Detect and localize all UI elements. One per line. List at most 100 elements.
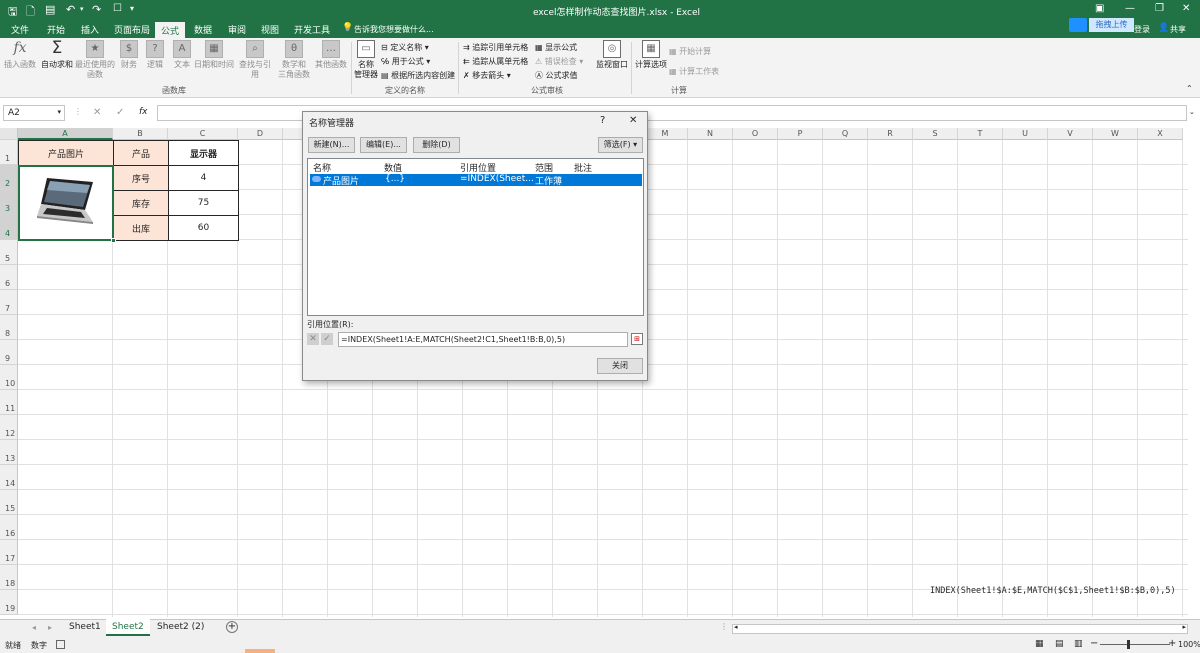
col-header-scope[interactable]: 范围: [535, 161, 553, 174]
cell-b2[interactable]: 序号: [113, 165, 169, 191]
row-header[interactable]: 6: [0, 265, 18, 290]
row-header[interactable]: 7: [0, 290, 18, 315]
column-header[interactable]: Q: [823, 128, 868, 140]
recently-used-button[interactable]: ★ 最近使用的 函数: [75, 40, 115, 80]
column-header[interactable]: W: [1093, 128, 1138, 140]
fill-handle[interactable]: [111, 238, 116, 243]
row-header[interactable]: 19: [0, 590, 18, 615]
cell-c3[interactable]: 75: [168, 190, 239, 216]
define-name-button[interactable]: ⊟ 定义名称 ▾: [381, 42, 429, 53]
tell-me-box[interactable]: 告诉我您想要做什么...: [354, 24, 434, 35]
name-row[interactable]: 产品图片 {...} =INDEX(Sheet... 工作薄: [310, 174, 642, 187]
column-header[interactable]: X: [1138, 128, 1183, 140]
cancel-edit-icon[interactable]: ✕: [307, 333, 319, 345]
row-header[interactable]: 13: [0, 440, 18, 465]
sheet-tab-2[interactable]: Sheet2: [106, 619, 150, 636]
column-header[interactable]: T: [958, 128, 1003, 140]
tab-splitter-icon[interactable]: ⋮: [720, 622, 728, 631]
calc-options-button[interactable]: ▦ 计算选项: [634, 40, 668, 70]
names-list[interactable]: 名称 数值 引用位置 范围 批注 产品图片 {...} =INDEX(Sheet…: [307, 158, 644, 316]
zoom-in-icon[interactable]: +: [1168, 638, 1176, 649]
tab-file[interactable]: 文件: [11, 23, 29, 36]
tab-home[interactable]: 开始: [47, 23, 65, 36]
minimize-icon[interactable]: —: [1125, 3, 1135, 14]
name-box[interactable]: A2 ▾: [3, 105, 65, 121]
cell-c4[interactable]: 60: [168, 215, 239, 241]
refers-to-input[interactable]: =INDEX(Sheet1!A:E,MATCH(Sheet2!C1,Sheet1…: [338, 332, 628, 347]
login-link[interactable]: 登录: [1134, 24, 1150, 35]
tab-view[interactable]: 视图: [261, 23, 279, 36]
redo-icon[interactable]: ↷: [92, 3, 101, 16]
row-header[interactable]: 3: [0, 190, 18, 215]
product-laptop-image[interactable]: [33, 174, 99, 232]
datetime-button[interactable]: ▦ 日期和时间: [194, 40, 234, 70]
lookup-button[interactable]: ⌕ 查找与引用: [236, 40, 274, 80]
row-header[interactable]: 1: [0, 140, 18, 165]
cell-b3[interactable]: 库存: [113, 190, 169, 216]
row-header[interactable]: 11: [0, 390, 18, 415]
close-button[interactable]: 关闭: [597, 358, 643, 374]
column-header[interactable]: M: [643, 128, 688, 140]
touch-mode-icon[interactable]: ☐: [113, 3, 122, 14]
row-header[interactable]: 14: [0, 465, 18, 490]
scroll-left-icon[interactable]: ◂: [734, 623, 738, 631]
row-header[interactable]: 4: [0, 215, 18, 240]
column-header[interactable]: A: [18, 128, 113, 140]
tab-page-layout[interactable]: 页面布局: [114, 23, 150, 36]
restore-icon[interactable]: ❐: [1155, 3, 1164, 14]
col-header-comment[interactable]: 批注: [574, 161, 592, 174]
normal-view-icon[interactable]: ▦: [1035, 639, 1044, 649]
column-header[interactable]: U: [1003, 128, 1048, 140]
print-preview-icon[interactable]: ▤: [45, 3, 55, 16]
zoom-out-icon[interactable]: −: [1090, 638, 1098, 649]
tab-insert[interactable]: 插入: [81, 23, 99, 36]
row-header[interactable]: 16: [0, 515, 18, 540]
row-header[interactable]: 15: [0, 490, 18, 515]
undo-dropdown-icon[interactable]: ▾: [80, 5, 84, 13]
filter-button[interactable]: 筛选(F) ▾: [598, 137, 643, 153]
help-button[interactable]: ?: [600, 115, 605, 126]
share-button[interactable]: 共享: [1170, 24, 1186, 35]
evaluate-formula-button[interactable]: Ⓐ 公式求值: [535, 70, 578, 81]
show-formulas-button[interactable]: ▦ 显示公式: [535, 42, 577, 53]
text-button[interactable]: A 文本: [171, 40, 193, 70]
column-header[interactable]: P: [778, 128, 823, 140]
add-sheet-icon[interactable]: +: [226, 621, 238, 633]
col-header-refers-to[interactable]: 引用位置: [460, 161, 496, 174]
tab-developer[interactable]: 开发工具: [294, 23, 330, 36]
autosum-button[interactable]: Σ 自动求和: [40, 40, 74, 70]
row-header[interactable]: 8: [0, 315, 18, 340]
zoom-level[interactable]: 100%: [1178, 640, 1200, 649]
column-header[interactable]: R: [868, 128, 913, 140]
create-from-selection-button[interactable]: ▤ 根据所选内容创建: [381, 70, 455, 81]
column-header[interactable]: V: [1048, 128, 1093, 140]
cell-a1[interactable]: 产品图片: [18, 140, 114, 166]
macro-record-icon[interactable]: [56, 640, 65, 649]
tab-review[interactable]: 审阅: [228, 23, 246, 36]
collapse-dialog-icon[interactable]: ⊞: [631, 333, 643, 345]
expand-formula-bar-icon[interactable]: ⌄: [1189, 108, 1195, 116]
column-header[interactable]: D: [238, 128, 283, 140]
row-header[interactable]: 10: [0, 365, 18, 390]
calculate-sheet-button[interactable]: ▦ 计算工作表: [669, 66, 719, 77]
page-layout-view-icon[interactable]: ▤: [1055, 639, 1064, 649]
row-header[interactable]: 2: [0, 165, 18, 190]
zoom-slider-thumb[interactable]: [1127, 640, 1130, 649]
upload-button[interactable]: 拖拽上传: [1089, 18, 1134, 32]
cell-c2[interactable]: 4: [168, 165, 239, 191]
sheet-tab-1[interactable]: Sheet1: [69, 622, 101, 632]
name-box-dropdown-icon[interactable]: ▾: [57, 108, 61, 116]
row-header[interactable]: 18: [0, 565, 18, 590]
close-window-icon[interactable]: ✕: [1182, 3, 1190, 14]
customize-qat-icon[interactable]: ▾: [130, 4, 134, 13]
column-header[interactable]: S: [913, 128, 958, 140]
watch-window-button[interactable]: ◎ 监视窗口: [594, 40, 630, 70]
next-sheet-icon[interactable]: ▸: [48, 623, 52, 632]
prev-sheet-icon[interactable]: ◂: [32, 623, 36, 632]
fx-button[interactable]: fx: [139, 107, 148, 117]
column-header[interactable]: C: [168, 128, 238, 140]
new-name-button[interactable]: 新建(N)...: [308, 137, 355, 153]
tab-formulas[interactable]: 公式: [155, 22, 186, 38]
ribbon-display-icon[interactable]: ▣: [1095, 3, 1104, 14]
row-header[interactable]: 12: [0, 415, 18, 440]
